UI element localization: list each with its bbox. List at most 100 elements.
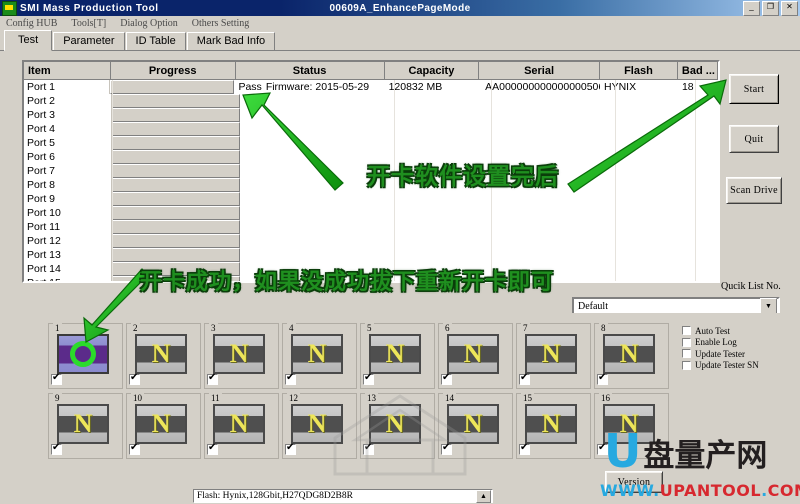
column-header-progress[interactable]: Progress <box>110 62 236 79</box>
quit-button[interactable]: Quit <box>729 125 779 153</box>
option-label: Update Tester <box>695 348 745 359</box>
tile-glyph: N <box>151 339 171 368</box>
tile-number: 7 <box>521 323 530 333</box>
device-tile-5[interactable]: 5 N <box>360 323 435 389</box>
close-button[interactable]: ✕ <box>781 1 798 16</box>
tile-number: 5 <box>365 323 374 333</box>
menu-item-dialog-option[interactable]: Dialog Option <box>114 18 186 29</box>
tile-enable-checkbox[interactable] <box>363 442 374 455</box>
menu-item-tools[interactable]: Tools[T] <box>65 18 114 29</box>
tab-id-table[interactable]: ID Table <box>125 32 186 51</box>
tile-enable-checkbox[interactable] <box>51 372 62 385</box>
device-tile-8[interactable]: 8 N <box>594 323 669 389</box>
version-button[interactable]: Version <box>605 471 663 493</box>
tile-enable-checkbox[interactable] <box>129 442 140 455</box>
tile-number: 10 <box>131 393 144 403</box>
cell-progress <box>112 164 240 178</box>
tile-enable-checkbox[interactable] <box>441 372 452 385</box>
tile-enable-checkbox[interactable] <box>129 372 140 385</box>
checkbox-update-tester-sn[interactable] <box>682 360 691 370</box>
table-header-row: Item Progress Status Capacity Serial Fla… <box>24 62 718 80</box>
cell-item: Port 6 <box>24 150 112 164</box>
device-tile-9[interactable]: 9 N <box>48 393 123 459</box>
device-tile-13[interactable]: 13 N <box>360 393 435 459</box>
table-row[interactable]: Port 1 Pass Firmware: 2015-05-29 120832 … <box>24 80 718 94</box>
device-tile-1[interactable]: 1 <box>48 323 123 389</box>
flash-status-bar[interactable]: Flash: Hynix,128Gbit,H27QDG8D2B8R ▲ <box>193 489 493 503</box>
table-row[interactable]: Port 2 <box>24 94 718 108</box>
tile-enable-checkbox[interactable] <box>285 442 296 455</box>
device-tile-16[interactable]: 16 N <box>594 393 669 459</box>
cell-item: Port 9 <box>24 192 112 206</box>
column-header-status[interactable]: Status <box>235 62 385 79</box>
tile-number: 14 <box>443 393 456 403</box>
tile-enable-checkbox[interactable] <box>441 442 452 455</box>
scan-drive-button[interactable]: Scan Drive <box>726 177 782 204</box>
tab-test[interactable]: Test <box>4 30 53 51</box>
tile-enable-checkbox[interactable] <box>51 442 62 455</box>
device-tile-7[interactable]: 7 N <box>516 323 591 389</box>
tile-enable-checkbox[interactable] <box>519 442 530 455</box>
table-row[interactable]: Port 3 <box>24 108 718 122</box>
option-update-tester[interactable]: Update Tester <box>682 348 759 360</box>
option-enable-log[interactable]: Enable Log <box>682 337 759 349</box>
table-row[interactable]: Port 4 <box>24 122 718 136</box>
checkbox-update-tester[interactable] <box>682 349 691 359</box>
option-auto-test[interactable]: Auto Test <box>682 325 759 337</box>
checkbox-auto-test[interactable] <box>682 326 691 336</box>
close-icon: ✕ <box>786 2 793 11</box>
option-update-tester-sn[interactable]: Update Tester SN <box>682 360 759 372</box>
tab-parameter[interactable]: Parameter <box>53 32 125 51</box>
tile-status-image: N <box>213 334 265 374</box>
tile-glyph: N <box>541 409 561 438</box>
tile-status-image: N <box>603 334 655 374</box>
table-row[interactable]: Port 12 <box>24 234 718 248</box>
column-header-serial[interactable]: Serial <box>479 62 600 79</box>
device-tile-4[interactable]: 4 N <box>282 323 357 389</box>
column-header-flash[interactable]: Flash <box>599 62 678 79</box>
tile-enable-checkbox[interactable] <box>207 372 218 385</box>
table-row[interactable]: Port 11 <box>24 220 718 234</box>
tile-enable-checkbox[interactable] <box>519 372 530 385</box>
tile-enable-checkbox[interactable] <box>207 442 218 455</box>
tab-mark-bad-info[interactable]: Mark Bad Info <box>186 32 276 51</box>
device-tile-3[interactable]: 3 N <box>204 323 279 389</box>
tile-enable-checkbox[interactable] <box>597 442 608 455</box>
menu-item-others-setting[interactable]: Others Setting <box>186 18 258 29</box>
tile-number: 3 <box>209 323 218 333</box>
column-header-capacity[interactable]: Capacity <box>384 62 480 79</box>
device-tile-12[interactable]: 12 N <box>282 393 357 459</box>
device-tile-6[interactable]: 6 N <box>438 323 513 389</box>
tile-number: 6 <box>443 323 452 333</box>
table-row[interactable]: Port 13 <box>24 248 718 262</box>
cell-bad: 18 <box>681 81 694 93</box>
tile-glyph: N <box>541 339 561 368</box>
tile-status-image: N <box>369 404 421 444</box>
tile-number: 8 <box>599 323 608 333</box>
column-header-item[interactable]: Item <box>24 62 111 79</box>
device-tile-11[interactable]: 11 N <box>204 393 279 459</box>
device-tile-14[interactable]: 14 N <box>438 393 513 459</box>
checkbox-enable-log[interactable] <box>682 337 691 347</box>
table-row[interactable]: Port 5 <box>24 136 718 150</box>
tile-glyph: N <box>229 339 249 368</box>
start-button[interactable]: Start <box>729 74 779 104</box>
menu-item-config-hub[interactable]: Config HUB <box>0 18 65 29</box>
column-header-bad[interactable]: Bad ... <box>677 62 718 79</box>
device-tile-15[interactable]: 15 N <box>516 393 591 459</box>
tile-enable-checkbox[interactable] <box>363 372 374 385</box>
table-row[interactable]: Port 10 <box>24 206 718 220</box>
tile-status-image: N <box>525 404 577 444</box>
tile-enable-checkbox[interactable] <box>597 372 608 385</box>
tile-number: 2 <box>131 323 140 333</box>
device-tile-10[interactable]: 10 N <box>126 393 201 459</box>
table-row[interactable]: Port 9 <box>24 192 718 206</box>
scroll-up-icon[interactable]: ▲ <box>476 489 491 503</box>
maximize-button[interactable]: ❐ <box>762 1 779 16</box>
maximize-icon: ❐ <box>766 2 775 11</box>
minimize-button[interactable]: _ <box>743 1 760 16</box>
cell-progress <box>112 178 240 192</box>
cell-item: Port 2 <box>24 94 112 108</box>
device-tile-2[interactable]: 2 N <box>126 323 201 389</box>
tile-enable-checkbox[interactable] <box>285 372 296 385</box>
